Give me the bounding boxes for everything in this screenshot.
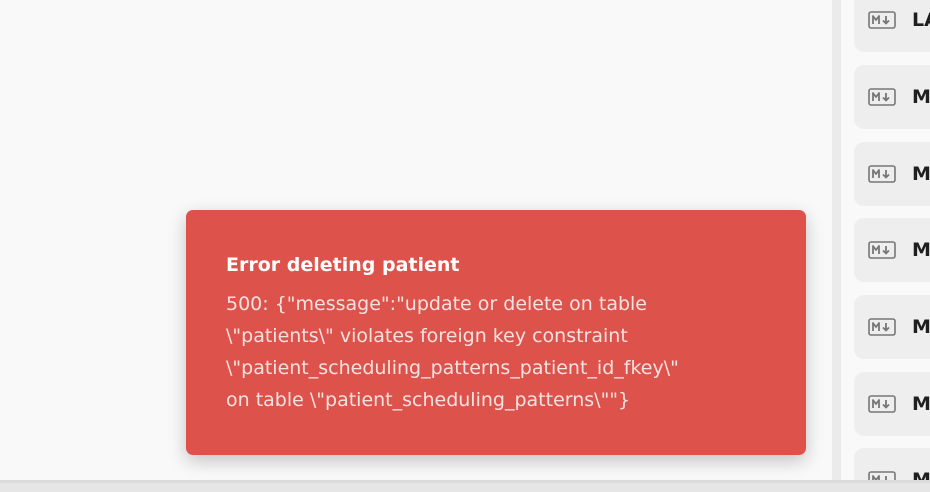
markdown-icon: [868, 11, 896, 29]
file-list-item[interactable]: M: [854, 295, 930, 359]
markdown-icon: [868, 395, 896, 413]
file-list-panel: LA M M M: [841, 0, 930, 480]
markdown-icon: [868, 471, 896, 480]
markdown-icon: [868, 241, 896, 259]
file-list-item-label: M: [912, 163, 930, 185]
markdown-icon: [868, 88, 896, 106]
toast-message: 500: {"message":"update or delete on tab…: [226, 293, 679, 411]
panel-divider[interactable]: [832, 0, 841, 480]
file-list-item[interactable]: M: [854, 142, 930, 206]
app-window: LA M M M: [0, 0, 930, 492]
file-list-item-label: M: [912, 393, 930, 415]
file-list-item[interactable]: M: [854, 218, 930, 282]
scrollbar-edge: [0, 480, 930, 483]
toast-title: Error deleting patient: [226, 254, 460, 276]
file-list-item-label: M: [912, 469, 930, 480]
file-list-item[interactable]: LA: [854, 0, 930, 52]
markdown-icon: [868, 318, 896, 336]
file-list-item[interactable]: M: [854, 65, 930, 129]
markdown-icon: [868, 165, 896, 183]
file-list-item-label: M: [912, 239, 930, 261]
error-toast[interactable]: Error deleting patient 500: {"message":"…: [186, 210, 806, 455]
file-list-item-label: M: [912, 86, 930, 108]
file-list-item-label: LA: [912, 9, 930, 31]
horizontal-scrollbar[interactable]: [0, 480, 930, 492]
file-list-item[interactable]: M: [854, 448, 930, 480]
file-list-item[interactable]: M: [854, 372, 930, 436]
file-list-item-label: M: [912, 316, 930, 338]
